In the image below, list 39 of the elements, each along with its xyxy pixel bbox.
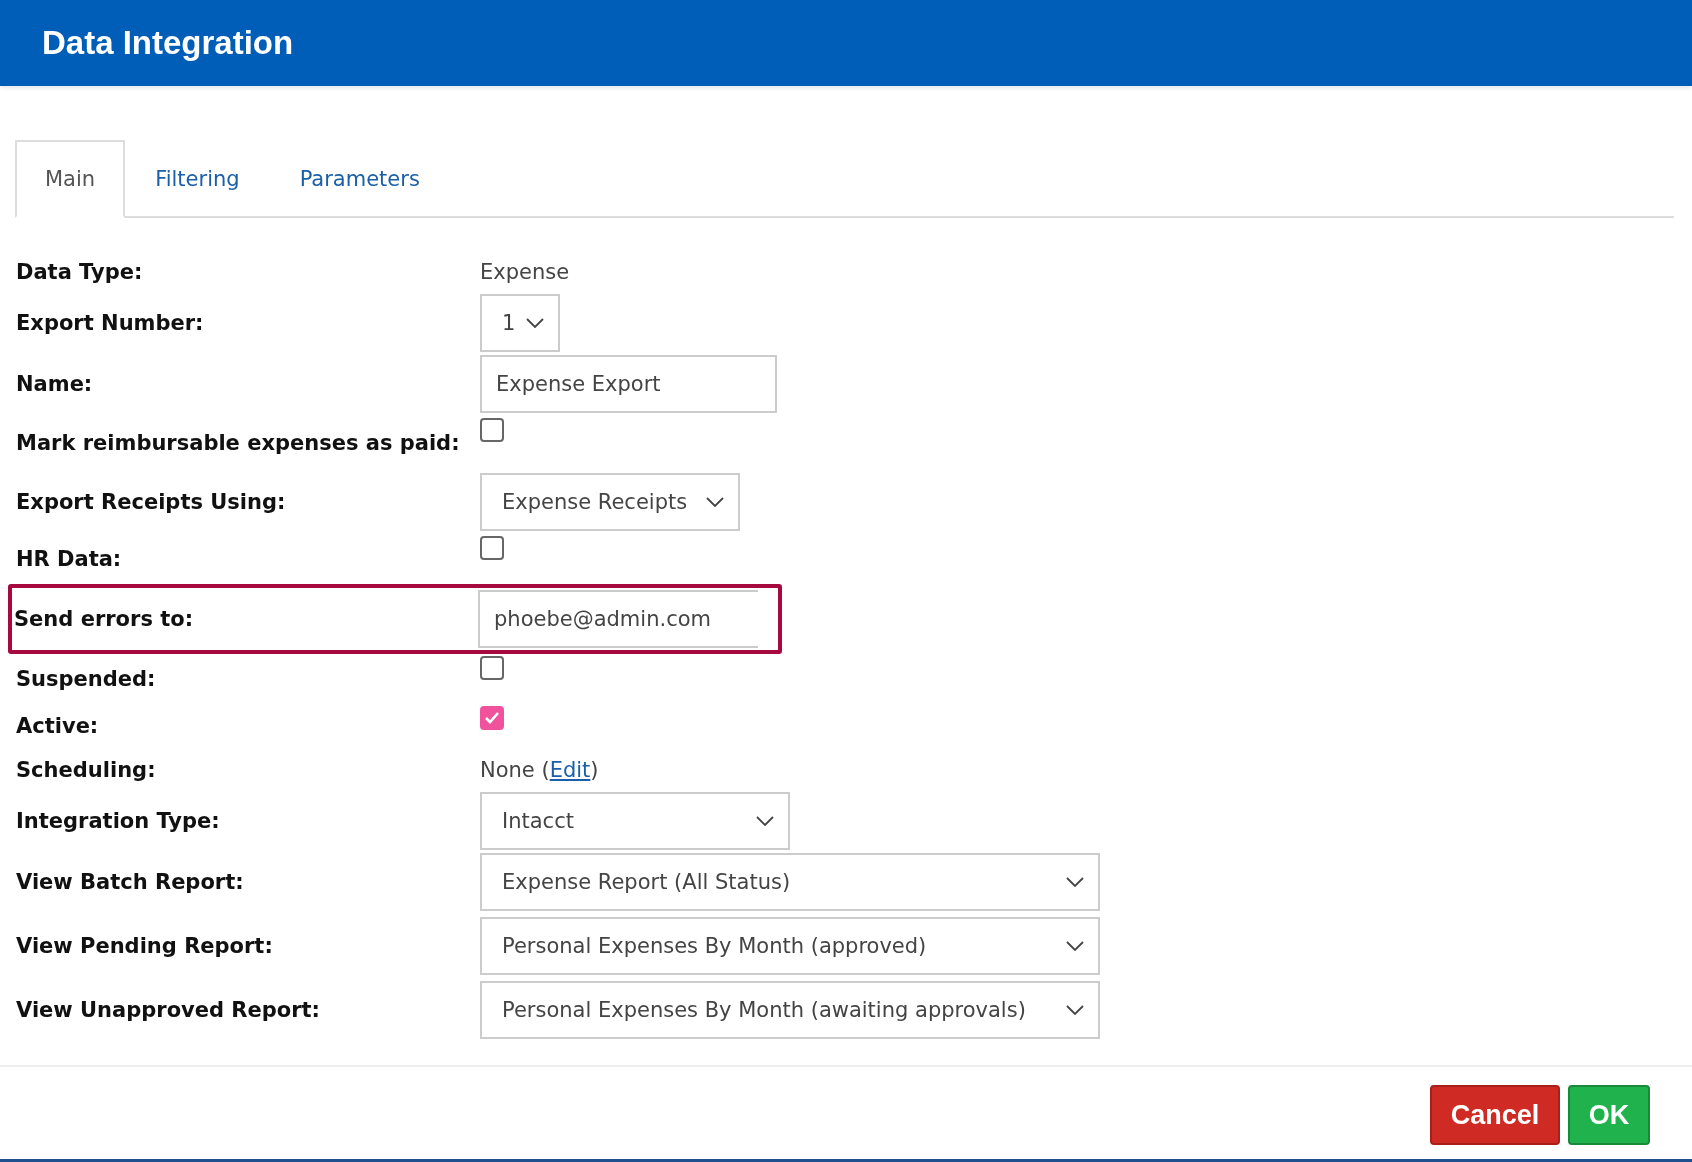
- tab[interactable]: Main: [15, 140, 126, 218]
- field-label: View Batch Report:: [16, 870, 245, 894]
- caret-icon: [706, 497, 724, 507]
- field-label: Data Type:: [16, 260, 144, 284]
- field-label: Active:: [16, 714, 100, 738]
- caret-icon: [756, 816, 774, 826]
- edit-link[interactable]: Edit: [549, 758, 591, 782]
- window-title: Data Integration: [42, 24, 294, 62]
- field-label: Integration Type:: [16, 809, 221, 833]
- select-field[interactable]: Personal Expenses By Month (awaiting approvals): [480, 981, 1100, 1039]
- field-label: HR Data:: [16, 547, 123, 571]
- field-label: Export Receipts Using:: [16, 490, 287, 514]
- field-label: Mark reimbursable expenses as paid:: [16, 431, 461, 455]
- input-field[interactable]: phoebe@admin.com: [478, 590, 758, 648]
- select-field[interactable]: Personal Expenses By Month (approved): [480, 917, 1100, 975]
- checkbox[interactable]: [480, 536, 504, 560]
- field-label: Export Number:: [16, 311, 205, 335]
- cancel-button[interactable]: Cancel: [1430, 1085, 1560, 1145]
- caret-icon: [1066, 877, 1084, 887]
- caret-icon: [526, 318, 544, 328]
- field-label: View Unapproved Report:: [16, 998, 321, 1022]
- select-field[interactable]: Expense Report (All Status): [480, 853, 1100, 911]
- field-label: Suspended:: [16, 667, 157, 691]
- field-label: Scheduling:: [16, 758, 157, 782]
- field-label: Name:: [16, 372, 94, 396]
- checkbox[interactable]: [480, 656, 504, 680]
- caret-icon: [1066, 1005, 1084, 1015]
- caret-icon: [1066, 941, 1084, 951]
- checkbox[interactable]: [480, 706, 504, 730]
- field-label: View Pending Report:: [16, 934, 274, 958]
- check-icon: [484, 711, 500, 725]
- select-field[interactable]: Intacct: [480, 792, 790, 850]
- schedule-text: None (Edit): [480, 758, 600, 782]
- field-value: Expense: [480, 260, 571, 284]
- select-field[interactable]: Expense Receipts: [480, 473, 740, 531]
- input-field[interactable]: Expense Export: [480, 355, 777, 413]
- field-label: Send errors to:: [14, 607, 195, 631]
- select-field[interactable]: 1: [480, 294, 560, 352]
- checkbox[interactable]: [480, 418, 504, 442]
